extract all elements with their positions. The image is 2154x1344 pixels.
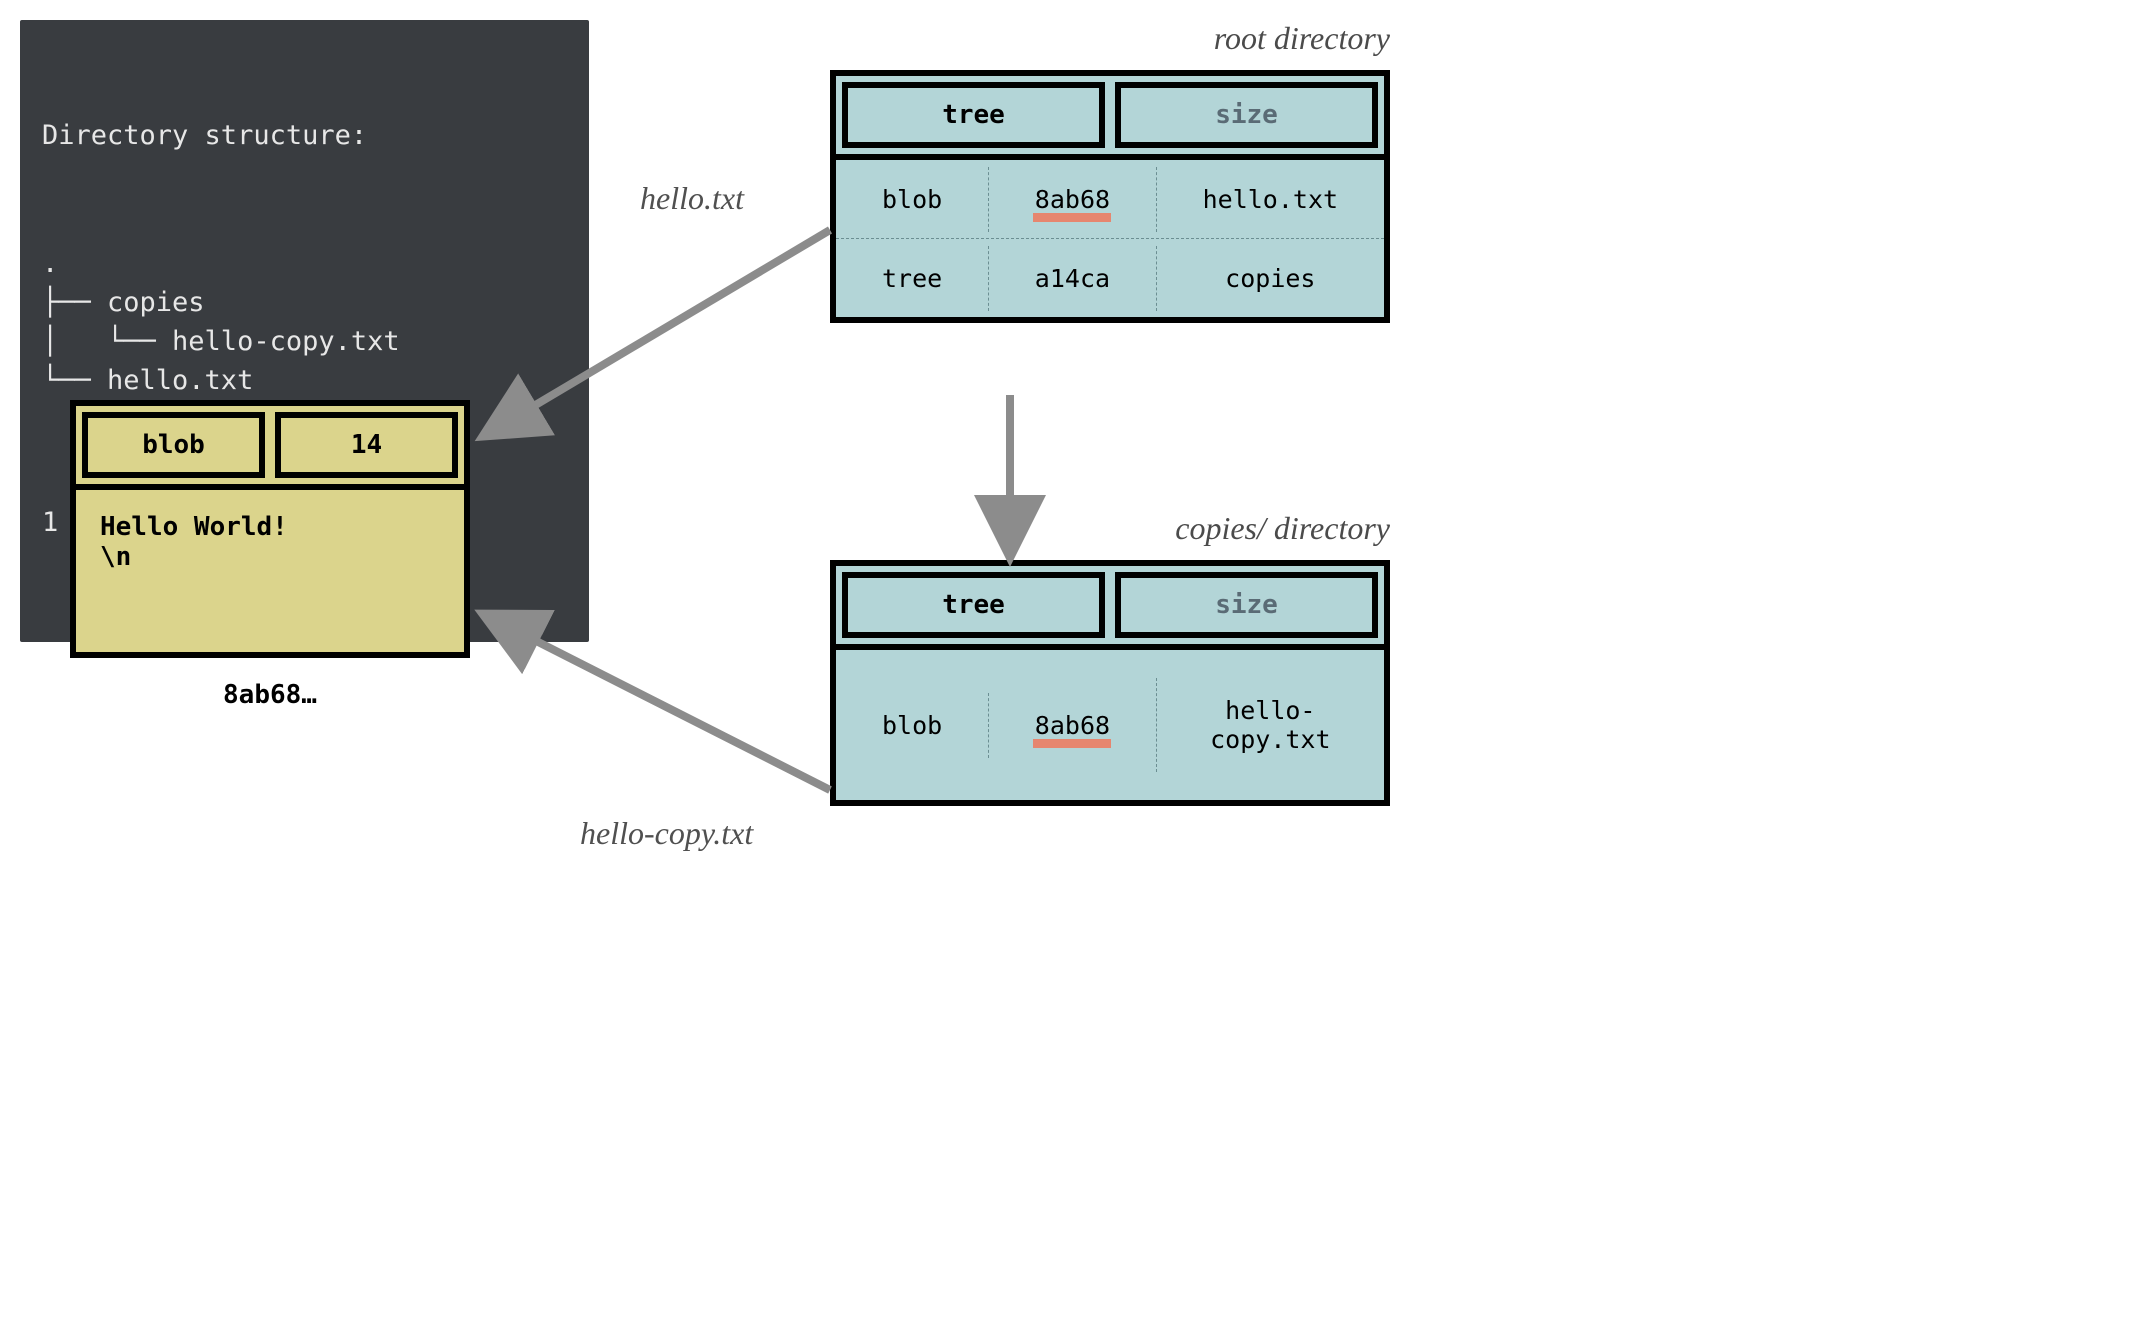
entry-name: hello-copy.txt [1156,678,1384,772]
blob-content: Hello World! \n [76,484,464,652]
arrow-label-hello: hello.txt [640,180,744,217]
entry-hash: 8ab68 [988,693,1155,758]
copies-tree-row: blob 8ab68 hello-copy.txt [836,650,1384,800]
root-tree-row: tree a14ca copies [836,238,1384,317]
blob-size-label: 14 [275,412,458,478]
root-tree-object: tree size blob 8ab68 hello.txt tree a14c… [830,70,1390,323]
blob-object: blob 14 Hello World! \n [70,400,470,658]
root-tree-row: blob 8ab68 hello.txt [836,160,1384,238]
root-tree-caption: root directory [830,20,1390,57]
entry-name: copies [1156,246,1384,311]
diagram-canvas: Directory structure: . ├── copies │ └── … [0,0,1520,960]
root-tree-rows: blob 8ab68 hello.txt tree a14ca copies [836,154,1384,317]
copies-tree-caption: copies/ directory [830,510,1390,547]
copies-tree-rows: blob 8ab68 hello-copy.txt [836,644,1384,800]
terminal-tree: . ├── copies │ └── hello-copy.txt └── he… [42,244,567,401]
entry-hash: 8ab68 [988,167,1155,232]
entry-type: blob [836,693,988,758]
blob-type-label: blob [82,412,265,478]
entry-hash: a14ca [988,246,1155,311]
entry-type: blob [836,167,988,232]
copies-tree-object: tree size blob 8ab68 hello-copy.txt [830,560,1390,806]
copies-tree-type-label: tree [842,572,1105,638]
entry-type: tree [836,246,988,311]
blob-hash: 8ab68… [70,680,470,710]
entry-name: hello.txt [1156,167,1384,232]
root-tree-type-label: tree [842,82,1105,148]
root-tree-size-label: size [1115,82,1378,148]
arrow-label-hello-copy: hello-copy.txt [580,815,753,852]
terminal-heading: Directory structure: [42,116,567,155]
copies-tree-size-label: size [1115,572,1378,638]
